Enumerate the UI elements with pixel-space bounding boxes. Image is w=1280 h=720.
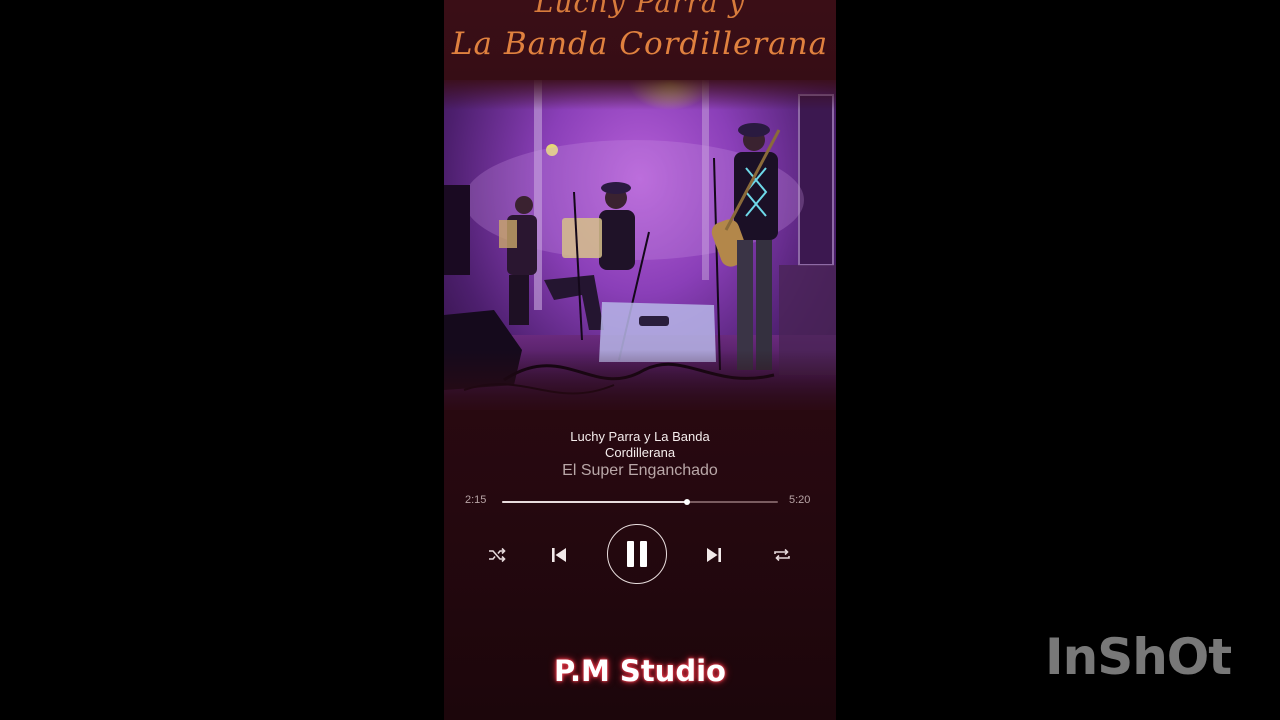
shuffle-icon <box>489 547 506 563</box>
inshot-watermark: InShOt <box>1045 628 1232 686</box>
next-track-button[interactable] <box>702 543 726 567</box>
total-duration: 5:20 <box>789 494 811 506</box>
video-frame: Luchy Parra y La Banda Cordillerana Luch… <box>0 0 1280 720</box>
progress-bar[interactable] <box>502 499 778 505</box>
music-player-screen: Luchy Parra y La Banda Cordillerana Luch… <box>444 0 836 720</box>
progress-fill <box>502 501 688 503</box>
elapsed-time: 2:15 <box>465 494 487 506</box>
repeat-icon <box>774 548 790 562</box>
skip-previous-icon <box>552 548 566 562</box>
previous-track-button[interactable] <box>547 543 571 567</box>
cover-header-line-2: La Banda Cordillerana <box>451 26 829 62</box>
album-art-bottom-fade <box>444 350 836 410</box>
cover-header-line-1: Luchy Parra y <box>534 0 746 19</box>
repeat-button[interactable] <box>771 544 793 566</box>
shuffle-button[interactable] <box>486 544 508 566</box>
studio-label: P.M Studio <box>554 654 726 688</box>
track-artist: Luchy Parra y La Banda Cordillerana <box>570 429 710 460</box>
skip-next-icon <box>707 548 721 562</box>
pause-icon <box>627 541 647 567</box>
play-pause-button[interactable] <box>607 524 667 584</box>
album-art-top-fade <box>444 80 836 110</box>
progress-thumb[interactable] <box>684 499 691 505</box>
album-art <box>444 80 836 410</box>
track-title: El Super Enganchado <box>562 462 718 479</box>
